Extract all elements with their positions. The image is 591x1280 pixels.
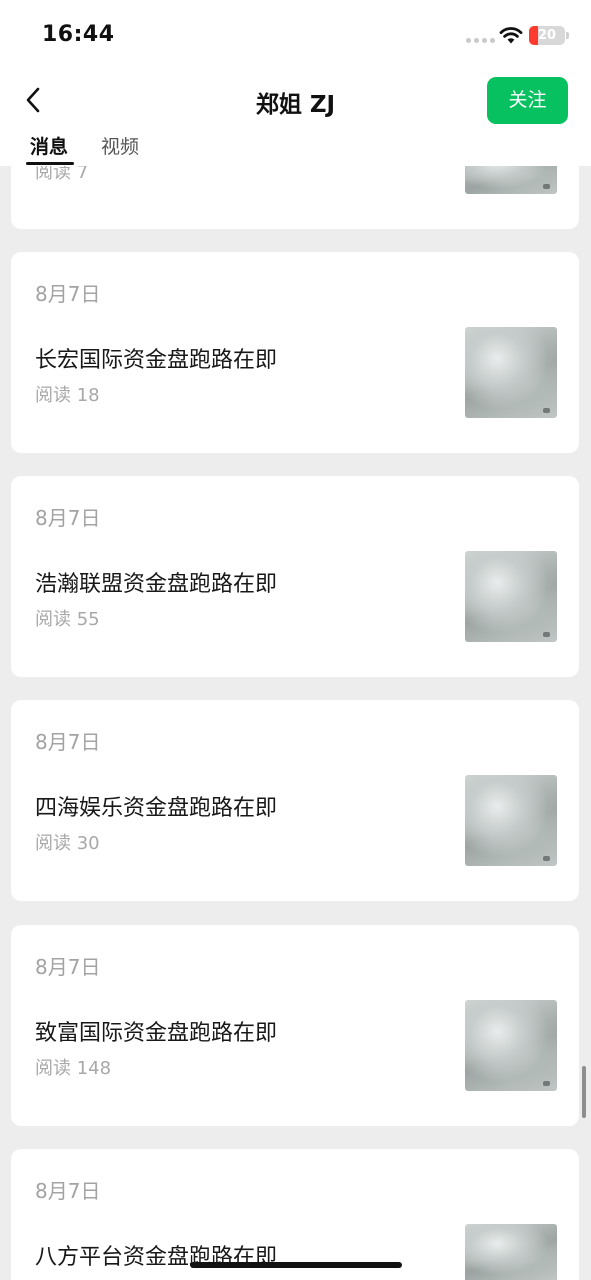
status-bar: 16:44 20	[0, 0, 591, 70]
article-card[interactable]: 8月7日 浩瀚联盟资金盘跑路在即 阅读 55	[11, 476, 579, 677]
cellular-signal-icon	[466, 38, 495, 43]
read-count: 阅读 18	[35, 385, 100, 406]
article-date: 8月7日	[35, 730, 101, 754]
thumbnail-mark	[543, 184, 550, 189]
article-date: 8月7日	[35, 506, 101, 530]
read-count: 阅读 30	[35, 833, 100, 854]
article-card[interactable]: 8月7日 致富国际资金盘跑路在即 阅读 148	[11, 925, 579, 1126]
article-title[interactable]: 致富国际资金盘跑路在即	[35, 1015, 277, 1047]
thumbnail-mark	[543, 632, 550, 637]
battery-percent: 20	[537, 28, 557, 43]
scrollbar[interactable]	[582, 1066, 586, 1118]
tab-videos[interactable]: 视频	[101, 132, 139, 159]
thumbnail-mark	[543, 408, 550, 413]
active-tab-indicator	[26, 162, 74, 165]
article-date: 8月7日	[35, 1179, 101, 1203]
status-time: 16:44	[42, 22, 115, 47]
thumbnail-mark	[543, 856, 550, 861]
article-thumbnail[interactable]	[465, 1000, 557, 1091]
battery-tip	[566, 32, 569, 39]
battery-icon: 20	[529, 26, 565, 45]
article-thumbnail[interactable]	[465, 327, 557, 418]
article-title[interactable]: 四海娱乐资金盘跑路在即	[35, 790, 277, 822]
article-title[interactable]: 浩瀚联盟资金盘跑路在即	[35, 566, 277, 598]
nav-bar: 郑姐 ZJ 关注 消息 视频	[0, 70, 591, 166]
tab-messages[interactable]: 消息	[30, 132, 68, 159]
article-thumbnail[interactable]	[465, 1224, 557, 1280]
article-thumbnail[interactable]	[465, 551, 557, 642]
article-thumbnail[interactable]	[465, 775, 557, 866]
thumbnail-mark	[543, 1081, 550, 1086]
article-card[interactable]: 8月7日 八方平台资金盘跑路在即	[11, 1149, 579, 1280]
article-card[interactable]: 8月7日 四海娱乐资金盘跑路在即 阅读 30	[11, 700, 579, 901]
read-count: 阅读 55	[35, 609, 100, 630]
article-date: 8月7日	[35, 955, 101, 979]
follow-button[interactable]: 关注	[487, 77, 568, 124]
article-date: 8月7日	[35, 282, 101, 306]
article-title[interactable]: 长宏国际资金盘跑路在即	[35, 342, 277, 374]
read-count: 阅读 148	[35, 1058, 112, 1079]
article-feed[interactable]: 阅读 7 8月7日 长宏国际资金盘跑路在即 阅读 18 8月7日 浩瀚联盟资金盘…	[0, 0, 591, 1280]
tab-bar: 消息 视频	[0, 130, 591, 166]
home-indicator[interactable]	[190, 1262, 402, 1268]
article-card[interactable]: 8月7日 长宏国际资金盘跑路在即 阅读 18	[11, 252, 579, 453]
wifi-icon	[499, 27, 523, 44]
